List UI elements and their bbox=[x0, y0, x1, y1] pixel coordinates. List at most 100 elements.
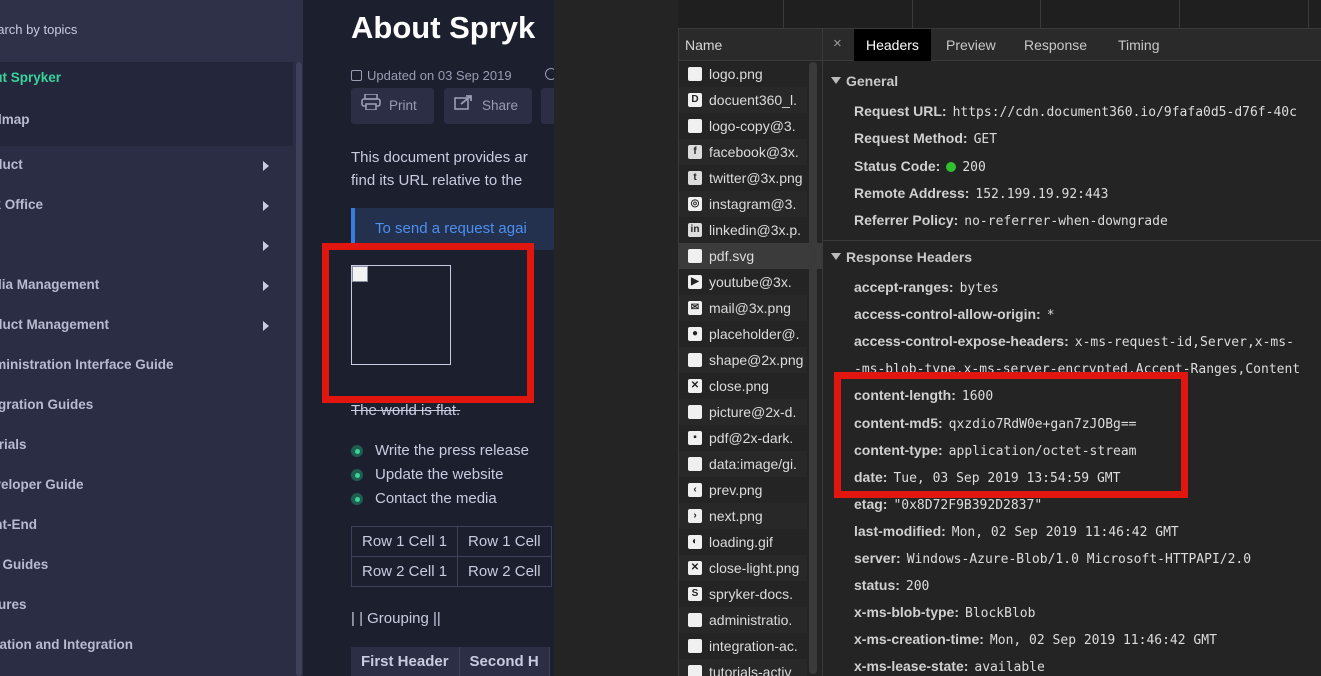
print-label: Print bbox=[389, 98, 417, 113]
share-button[interactable]: Share bbox=[444, 88, 532, 124]
header-value: available bbox=[974, 660, 1045, 676]
request-row[interactable]: ▶ youtube@3x. bbox=[679, 269, 807, 295]
sidebar-item[interactable]: ont-End bbox=[0, 517, 37, 532]
share-icon bbox=[454, 88, 474, 124]
printer-icon bbox=[361, 88, 381, 124]
request-name: integration-ac. bbox=[709, 638, 798, 654]
request-row[interactable]: data:image/gi. bbox=[679, 451, 807, 477]
request-list-scrollbar[interactable] bbox=[809, 62, 817, 674]
chevron-right-icon[interactable] bbox=[263, 201, 269, 211]
tab-timing[interactable]: Timing bbox=[1106, 29, 1172, 61]
search-placeholder: earch by topics bbox=[0, 22, 78, 37]
list-item: Contact the media bbox=[351, 488, 529, 512]
tab-preview[interactable]: Preview bbox=[934, 29, 1008, 61]
clock-icon bbox=[545, 68, 554, 80]
request-row[interactable]: in linkedin@3x.p. bbox=[679, 217, 807, 243]
document360-icon: D bbox=[688, 93, 702, 107]
content-table: Row 1 Cell 1 Row 1 Cell Row 2 Cell 1 Row 2… bbox=[350, 526, 552, 587]
request-row[interactable]: ◎ instagram@3. bbox=[679, 191, 807, 217]
search-topics-field[interactable]: earch by topics bbox=[0, 0, 303, 62]
close-icon[interactable]: × bbox=[833, 35, 842, 52]
header-value: * bbox=[1046, 308, 1055, 324]
sidebar-item[interactable]: eveloper Guide bbox=[0, 477, 84, 492]
print-button[interactable]: Print bbox=[351, 88, 434, 124]
devtools-gutter bbox=[554, 0, 678, 676]
general-section-toggle[interactable]: General bbox=[831, 73, 898, 89]
sidebar-item[interactable]: gration and Integration bbox=[0, 637, 133, 652]
tutorials-icon bbox=[688, 665, 702, 676]
sidebar-item[interactable]: oduct Management bbox=[0, 317, 109, 332]
request-row[interactable]: ✉ mail@3x.png bbox=[679, 295, 807, 321]
request-row[interactable]: tutorials-activ bbox=[679, 659, 807, 676]
header-key: last-modified: bbox=[854, 522, 946, 539]
header-value: GET bbox=[973, 132, 998, 148]
image-file-icon bbox=[688, 353, 702, 367]
sidebar-item[interactable]: oduct bbox=[0, 157, 23, 172]
sidebar-item[interactable]: ck Office bbox=[0, 197, 43, 212]
intro-line: find its URL relative to the bbox=[351, 172, 523, 189]
request-row[interactable]: logo-copy@3. bbox=[679, 113, 807, 139]
chevron-right-icon[interactable] bbox=[263, 241, 269, 251]
sidebar-item[interactable]: er Guides bbox=[0, 557, 48, 572]
header-value: Mon, 02 Sep 2019 11:46:42 GMT bbox=[951, 524, 1179, 540]
response-headers-toggle[interactable]: Response Headers bbox=[831, 249, 972, 265]
docs-sidebar: earch by topics out Spryker admap oduct ck … bbox=[0, 0, 303, 676]
header-key: accept-ranges: bbox=[854, 279, 954, 295]
request-row[interactable]: t twitter@3x.png bbox=[679, 165, 807, 191]
request-name: linkedin@3x.p. bbox=[709, 222, 802, 238]
chevron-right-icon[interactable] bbox=[263, 321, 269, 331]
calendar-icon bbox=[351, 70, 362, 81]
sidebar-item[interactable]: out Spryker bbox=[0, 70, 61, 85]
request-row[interactable]: ● placeholder@. bbox=[679, 321, 807, 347]
request-row[interactable]: f facebook@3x. bbox=[679, 139, 807, 165]
request-row[interactable]: Ddocuent360_l. bbox=[679, 87, 807, 113]
sidebar-item[interactable]: admap bbox=[0, 112, 30, 127]
bullet-icon bbox=[351, 493, 363, 505]
header-row: access-control-expose-headers: x-ms-reque… bbox=[854, 333, 1294, 350]
request-row[interactable]: Sspryker-docs. bbox=[679, 581, 807, 607]
table-cell: Row 2 Cell bbox=[457, 556, 552, 587]
table-header: Second H bbox=[460, 647, 550, 676]
sidebar-item[interactable]: edia Management bbox=[0, 277, 99, 292]
request-name: pdf@2x-dark. bbox=[709, 430, 794, 446]
request-name: close-light.png bbox=[709, 560, 800, 576]
request-list: Name logo.png Ddocuent360_l. logo-copy@3. f… bbox=[678, 29, 823, 676]
request-row[interactable]: integration-ac. bbox=[679, 633, 807, 659]
header-key: Status Code: bbox=[854, 157, 941, 174]
request-name: logo.png bbox=[709, 66, 763, 82]
chevron-right-icon[interactable] bbox=[263, 161, 269, 171]
chevron-right-icon[interactable] bbox=[263, 281, 269, 291]
sidebar-scrollbar[interactable] bbox=[296, 62, 302, 676]
request-row[interactable]: picture@2x-d. bbox=[679, 399, 807, 425]
header-value: BlockBlob bbox=[965, 606, 1036, 622]
triangle-down-icon bbox=[831, 253, 841, 260]
request-row[interactable]: administratio. bbox=[679, 607, 807, 633]
image-file-icon bbox=[688, 457, 702, 471]
request-row[interactable]: ‹ prev.png bbox=[679, 477, 807, 503]
grouping-text: | | Grouping || bbox=[351, 610, 441, 627]
sidebar-item[interactable]: atures bbox=[0, 597, 27, 612]
sidebar-item[interactable]: torials bbox=[0, 437, 27, 452]
header-row: etag: "0x8D72F9B392D2837" bbox=[854, 496, 1042, 513]
request-name: prev.png bbox=[709, 482, 763, 498]
tab-response[interactable]: Response bbox=[1012, 29, 1099, 61]
request-row[interactable]: ✕ close-light.png bbox=[679, 555, 807, 581]
header-value: https://cdn.document360.io/9fafa0d5-d76f… bbox=[952, 105, 1297, 120]
header-row: Request URL: https://cdn.document360.io/9… bbox=[854, 103, 1297, 120]
sidebar-item[interactable]: dministration Interface Guide bbox=[0, 357, 174, 372]
header-row: x-ms-creation-time: Mon, 02 Sep 2019 11:4… bbox=[854, 631, 1217, 648]
sidebar-item[interactable]: tegration Guides bbox=[0, 397, 93, 412]
request-row[interactable]: shape@2x.png bbox=[679, 347, 807, 373]
request-row[interactable]: ◐ loading.gif bbox=[679, 529, 807, 555]
request-row[interactable]: pdf.svg bbox=[679, 243, 822, 269]
header-key: server: bbox=[854, 550, 901, 566]
tab-headers[interactable]: Headers bbox=[854, 29, 931, 61]
more-button[interactable] bbox=[541, 88, 554, 124]
updated-text: Updated on 03 Sep 2019 bbox=[367, 68, 512, 83]
close-file-icon: ✕ bbox=[688, 379, 702, 393]
request-row[interactable]: › next.png bbox=[679, 503, 807, 529]
request-row[interactable]: ✕ close.png bbox=[679, 373, 807, 399]
name-column-header[interactable]: Name bbox=[679, 29, 822, 61]
request-row[interactable]: logo.png bbox=[679, 61, 807, 87]
request-row[interactable]: ▪ pdf@2x-dark. bbox=[679, 425, 807, 451]
